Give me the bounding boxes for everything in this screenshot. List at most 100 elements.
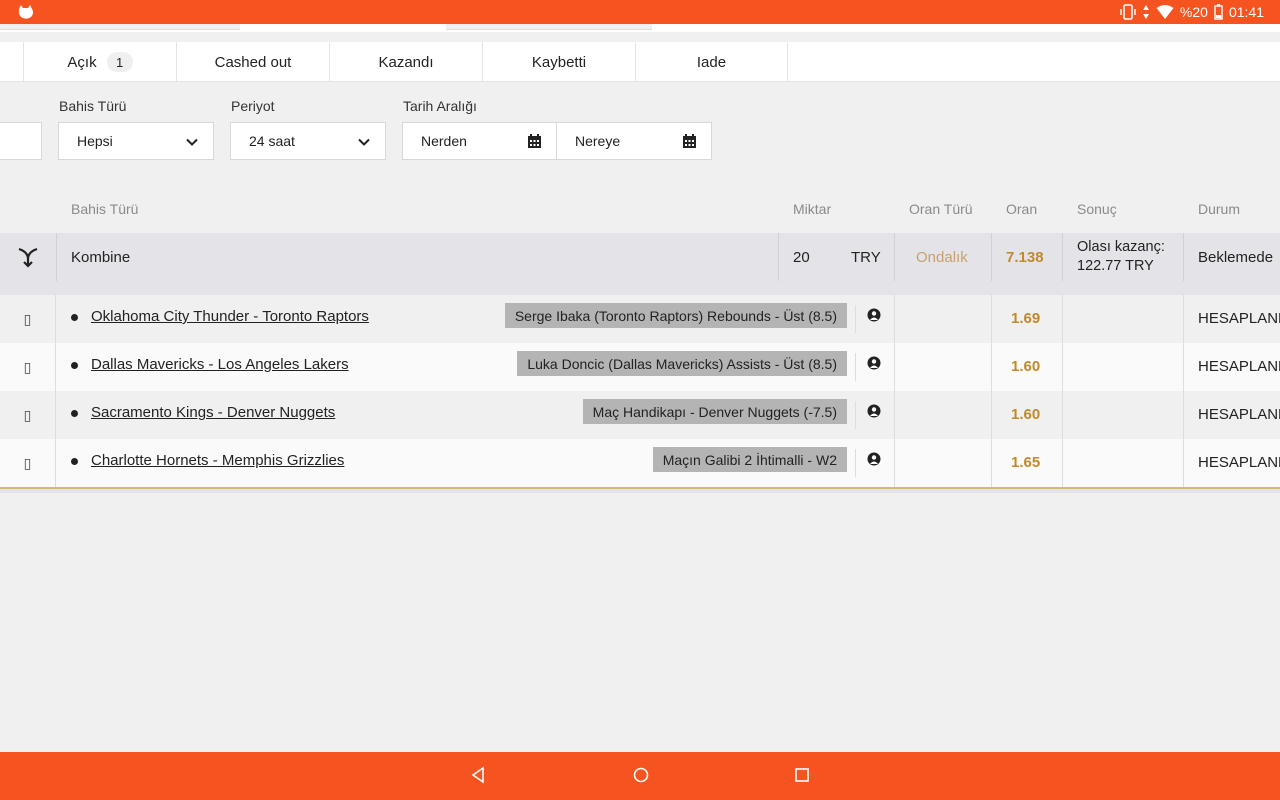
chevron-down-icon xyxy=(186,138,198,146)
app-notification-icon xyxy=(18,5,33,19)
tab-lost-label: Kaybetti xyxy=(531,53,587,71)
selection-status-icon: ▯ xyxy=(0,439,56,487)
selection-row[interactable]: ▯ Oklahoma City Thunder - Toronto Raptor… xyxy=(0,295,1280,343)
row-spacer xyxy=(0,281,1280,295)
expand-toggle[interactable] xyxy=(0,233,56,281)
divider xyxy=(778,233,779,281)
tab-refund-label: Iade xyxy=(696,53,727,71)
bet-amount: 20 xyxy=(793,248,810,266)
selection-pick: Maçın Galibi 2 İhtimalli - W2 xyxy=(652,447,847,472)
date-to-field[interactable]: Nereye xyxy=(556,122,712,160)
vibrate-icon xyxy=(1120,4,1136,20)
player-info-icon[interactable] xyxy=(867,308,881,324)
header-odds: Oran xyxy=(1006,201,1038,217)
bet-row[interactable]: Kombine 20 TRY Ondalık 7.138 Olası kazan… xyxy=(0,233,1280,281)
period-select[interactable]: 24 saat xyxy=(230,122,386,160)
event-link[interactable]: Oklahoma City Thunder - Toronto Raptors xyxy=(91,308,369,325)
player-info-icon[interactable] xyxy=(867,356,881,372)
date-to-placeholder: Nereye xyxy=(575,133,621,149)
data-arrows-icon xyxy=(1142,5,1149,19)
home-icon[interactable] xyxy=(632,766,650,784)
filters-bar: Bahis Türü Hepsi Periyot 24 saat Tarih A… xyxy=(0,82,1280,174)
selection-status: HESAPLANM xyxy=(1198,358,1280,375)
divider xyxy=(855,449,856,477)
header-result: Sonuç xyxy=(1077,201,1117,217)
period-value: 24 saat xyxy=(249,133,295,149)
row-group-footer xyxy=(0,489,1280,493)
header-state: Durum xyxy=(1198,201,1241,217)
bullet-icon xyxy=(71,410,78,417)
event-link[interactable]: Charlotte Hornets - Memphis Grizzlies xyxy=(91,452,344,469)
bet-type-label: Bahis Türü xyxy=(59,98,127,114)
divider xyxy=(1183,343,1184,391)
selection-row[interactable]: ▯ Charlotte Hornets - Memphis Grizzlies … xyxy=(0,439,1280,487)
bullet-icon xyxy=(71,458,78,465)
player-info-icon[interactable] xyxy=(867,404,881,420)
scrolled-tab-segment xyxy=(446,24,652,30)
divider xyxy=(855,353,856,381)
selection-row[interactable]: ▯ Sacramento Kings - Denver Nuggets Maç … xyxy=(0,391,1280,439)
potential-win-amount: 122.77 TRY xyxy=(1077,258,1154,274)
calendar-icon xyxy=(528,134,541,148)
system-nav-bar xyxy=(0,752,1280,800)
player-info-icon[interactable] xyxy=(867,452,881,468)
combo-split-icon xyxy=(18,247,38,268)
selection-status: HESAPLANM xyxy=(1198,310,1280,327)
bet-state: Beklemede xyxy=(1198,248,1274,266)
tab-lost[interactable]: Kaybetti xyxy=(482,42,635,82)
divider xyxy=(1183,391,1184,439)
recents-icon[interactable] xyxy=(794,766,810,784)
divider xyxy=(991,343,992,391)
clock: 01:41 xyxy=(1228,4,1264,20)
divider xyxy=(1183,233,1184,281)
date-from-field[interactable]: Nerden xyxy=(402,122,557,160)
selection-pick: Serge Ibaka (Toronto Raptors) Rebounds -… xyxy=(504,303,847,328)
header-odds-type: Oran Türü xyxy=(909,201,973,217)
tab-cashed-out[interactable]: Cashed out xyxy=(176,42,329,82)
event-link[interactable]: Sacramento Kings - Denver Nuggets xyxy=(91,404,335,421)
bets-table: Bahis Türü Miktar Oran Türü Oran Sonuç D… xyxy=(0,187,1280,493)
tab-won[interactable]: Kazandı xyxy=(329,42,482,82)
battery-percent: %20 xyxy=(1179,4,1208,20)
divider xyxy=(894,295,895,343)
event-link[interactable]: Dallas Mavericks - Los Angeles Lakers xyxy=(91,356,349,373)
tab-won-label: Kazandı xyxy=(378,53,434,71)
divider xyxy=(855,401,856,429)
selection-odds: 1.60 xyxy=(1011,358,1041,375)
divider xyxy=(1062,439,1063,487)
bet-type-value: Hepsi xyxy=(77,133,113,149)
divider xyxy=(56,233,57,281)
bet-total-odds: 7.138 xyxy=(1006,248,1044,266)
divider xyxy=(1062,391,1063,439)
status-bar: %20 01:41 xyxy=(0,0,1280,24)
calendar-icon xyxy=(683,134,696,148)
selection-status: HESAPLANM xyxy=(1198,406,1280,423)
tab-refund[interactable]: Iade xyxy=(635,42,788,82)
chevron-down-icon xyxy=(358,138,370,146)
scrolled-tab-segment xyxy=(0,24,240,30)
selection-status: HESAPLANM xyxy=(1198,454,1280,471)
battery-icon xyxy=(1214,4,1223,20)
table-header: Bahis Türü Miktar Oran Türü Oran Sonuç D… xyxy=(0,187,1280,233)
date-from-placeholder: Nerden xyxy=(421,133,467,149)
divider xyxy=(991,295,992,343)
header-bet-type: Bahis Türü xyxy=(71,201,139,217)
selection-row[interactable]: ▯ Dallas Mavericks - Los Angeles Lakers … xyxy=(0,343,1280,391)
divider xyxy=(1183,439,1184,487)
tab-open[interactable]: Açık 1 xyxy=(23,42,176,82)
bet-odds-type: Ondalık xyxy=(916,248,968,266)
divider xyxy=(991,391,992,439)
date-range-label: Tarih Aralığı xyxy=(403,98,477,114)
wifi-icon xyxy=(1156,5,1174,19)
tab-cashed-out-label: Cashed out xyxy=(214,53,292,71)
selection-odds: 1.65 xyxy=(1011,454,1041,471)
selection-odds: 1.60 xyxy=(1011,406,1041,423)
header-amount: Miktar xyxy=(793,201,832,217)
bet-type-select[interactable]: Hepsi xyxy=(58,122,214,160)
selection-pick: Luka Doncic (Dallas Mavericks) Assists -… xyxy=(517,351,847,376)
selection-status-icon: ▯ xyxy=(0,343,56,391)
search-field-partial[interactable] xyxy=(0,122,42,160)
divider xyxy=(1062,295,1063,343)
bullet-icon xyxy=(71,314,78,321)
back-icon[interactable] xyxy=(470,766,486,784)
